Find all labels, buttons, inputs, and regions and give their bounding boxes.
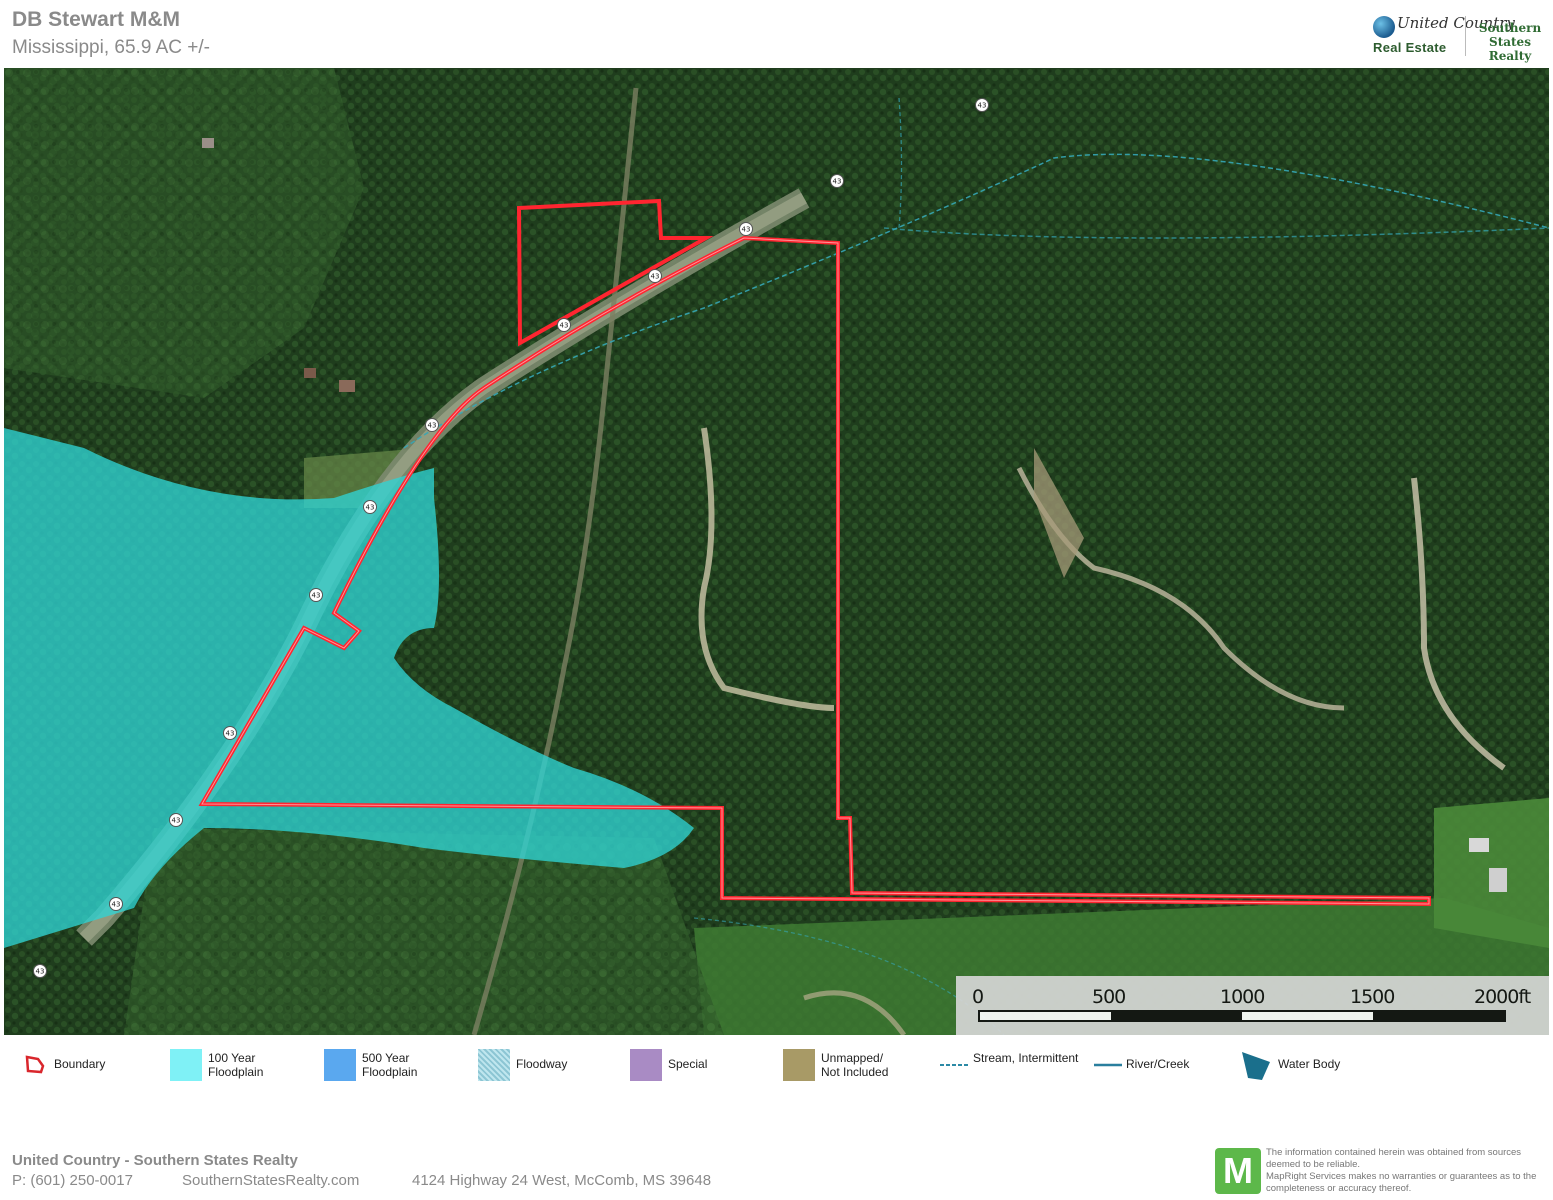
legend-label: River/Creek [1126, 1057, 1190, 1071]
legend-label: Boundary [54, 1057, 106, 1071]
floodway-swatch [478, 1049, 510, 1081]
route-43-label: 43 [172, 817, 181, 825]
brand-states-realty: States Realty [1488, 35, 1532, 63]
brand-logo: United Country Real Estate Southern Stat… [1373, 12, 1549, 63]
scale-tick-500: 500 [1092, 986, 1126, 1008]
boundary-icon [25, 1055, 45, 1074]
scale-rule [978, 1010, 1506, 1022]
footer-phone: P: (601) 250-0017 [12, 1172, 133, 1189]
footer-company: United Country - Southern States Realty [12, 1152, 298, 1169]
page-title: DB Stewart M&M [12, 8, 181, 31]
property-subtitle: Mississippi, 65.9 AC +/- [12, 37, 210, 58]
route-43-label: 43 [226, 730, 235, 738]
scale-segment [1373, 1012, 1504, 1020]
legend-label: Water Body [1278, 1057, 1341, 1071]
legend-label: Unmapped/ Not Included [821, 1051, 889, 1079]
scale-segment [1111, 1012, 1242, 1020]
map-canvas: 43 43 43 43 43 43 43 43 43 43 43 43 [4, 68, 1549, 1035]
map-header: DB Stewart M&M Mississippi, 65.9 AC +/- … [0, 0, 1553, 68]
footer-disclaimer: The information contained herein was obt… [1266, 1147, 1537, 1194]
river-creek-icon [1094, 1063, 1122, 1067]
route-43-label: 43 [428, 422, 437, 430]
scale-tick-2000ft: 2000ft [1474, 986, 1531, 1008]
map-legend: Boundary 100 Year Floodplain 500 Year Fl… [0, 1040, 1553, 1095]
mapright-logo-letter: M [1223, 1150, 1253, 1191]
route-43-label: 43 [560, 322, 569, 330]
footer-website: SouthernStatesRealty.com [182, 1172, 360, 1189]
route-43-label: 43 [651, 273, 660, 281]
globe-icon [1373, 16, 1395, 38]
route-43-label: 43 [312, 592, 321, 600]
route-43-label: 43 [112, 901, 121, 909]
route-43-label: 43 [978, 102, 987, 110]
special-swatch [630, 1049, 662, 1081]
scale-bar: 0 500 1000 1500 2000ft [956, 976, 1549, 1035]
footer-address: 4124 Highway 24 West, McComb, MS 39648 [412, 1172, 712, 1189]
floodplain-100-swatch [170, 1049, 202, 1081]
legend-label: 100 Year Floodplain [208, 1051, 264, 1079]
brand-southern-states: Southern States Realty [1471, 21, 1549, 63]
water-body-icon [1242, 1052, 1270, 1080]
brand-real-estate: Real Estate [1373, 40, 1447, 55]
brand-southern: Southern [1478, 21, 1542, 35]
route-43-label: 43 [366, 504, 375, 512]
brand-divider [1465, 16, 1466, 56]
route-43-label: 43 [36, 968, 45, 976]
scale-tick-1500: 1500 [1350, 986, 1395, 1008]
legend-label: Special [668, 1057, 708, 1071]
stream-intermittent-icon [940, 1064, 968, 1066]
legend-label: Floodway [516, 1057, 568, 1071]
mapright-logo: M [1215, 1148, 1261, 1194]
scale-tick-1000: 1000 [1220, 986, 1265, 1008]
floodplain-500-swatch [324, 1049, 356, 1081]
legend-label: 500 Year Floodplain [362, 1051, 418, 1079]
aerial-map[interactable]: 43 43 43 43 43 43 43 43 43 43 43 43 0 500 1000 1500… [4, 68, 1549, 1035]
unmapped-swatch [783, 1049, 815, 1081]
route-43-label: 43 [742, 226, 751, 234]
route-43-label: 43 [833, 178, 842, 186]
page-footer: United Country - Southern States Realty … [0, 1140, 1553, 1200]
legend-label: Stream, Intermittent [973, 1051, 1079, 1065]
scale-tick-0: 0 [972, 986, 984, 1008]
